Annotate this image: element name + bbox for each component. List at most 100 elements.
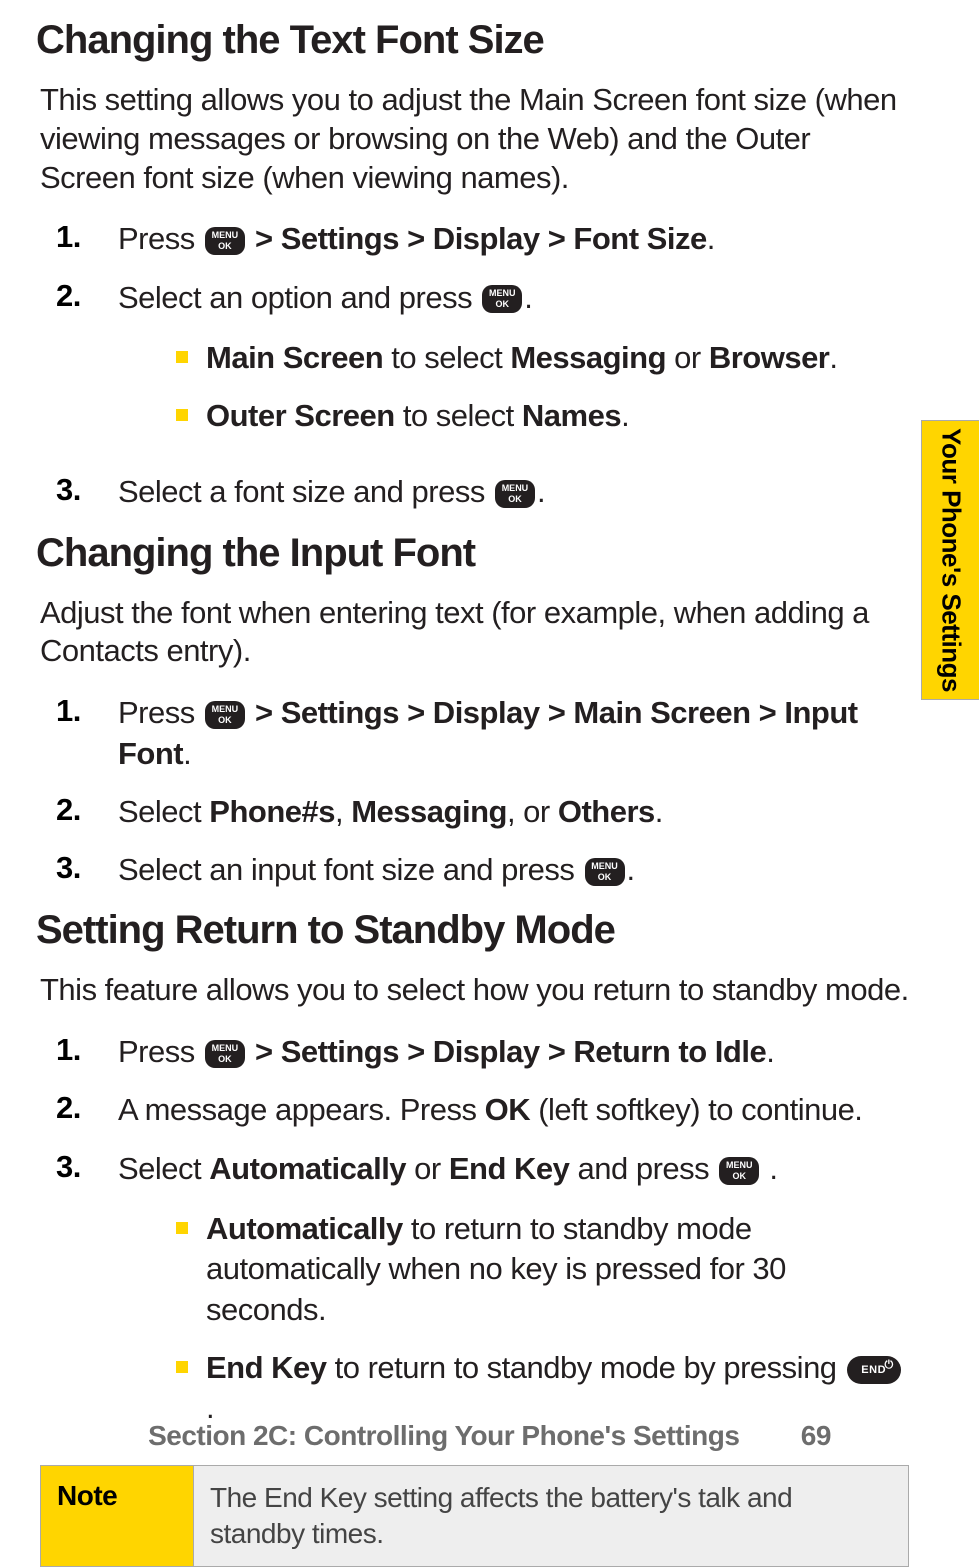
text: . [183, 736, 191, 771]
text: Press [118, 695, 203, 730]
steps-standby: 1. Press MENUOK > Settings > Display > R… [40, 1032, 909, 1446]
nav-path: > Settings > Display > Return to Idle [247, 1034, 766, 1069]
text: (left softkey) to continue. [530, 1092, 862, 1127]
text: , or [507, 794, 558, 829]
term: Outer Screen [206, 398, 395, 433]
key-menu-label: MENU [212, 1044, 239, 1053]
text: Select a font size and press [118, 474, 493, 509]
term: Automatically [209, 1151, 406, 1186]
text: and press [569, 1151, 717, 1186]
heading-input-font: Changing the Input Font [36, 531, 909, 576]
text: A message appears. Press [118, 1092, 485, 1127]
intro-input-font: Adjust the font when entering text (for … [40, 594, 909, 672]
menu-ok-key-icon: MENU OK [205, 227, 245, 255]
step-number: 3. [40, 850, 118, 886]
sub-item: Main Screen to select Messaging or Brows… [118, 338, 909, 378]
step-number: 2. [40, 792, 118, 828]
side-tab-label: Your Phone's Settings [935, 428, 966, 692]
step-number: 1. [40, 693, 118, 729]
end-key-icon: END⏻ [847, 1356, 901, 1384]
step-body: A message appears. Press OK (left softke… [118, 1090, 909, 1130]
key-ok-label: OK [218, 716, 232, 725]
step-body: Select a font size and press MENU OK. [118, 472, 909, 512]
text: . [621, 398, 629, 433]
steps-input-font: 1. Press MENUOK > Settings > Display > M… [40, 693, 909, 890]
term: End Key [206, 1350, 327, 1385]
note-label: Note [41, 1465, 194, 1567]
term: End Key [449, 1151, 570, 1186]
step-body: Press MENUOK > Settings > Display > Main… [118, 693, 909, 774]
sub-item: Outer Screen to select Names. [118, 396, 909, 436]
key-menu-label: MENU [212, 231, 239, 240]
sub-list: Main Screen to select Messaging or Brows… [118, 338, 909, 437]
power-icon: ⏻ [884, 1360, 893, 1371]
menu-ok-key-icon: MENU OK [495, 480, 535, 508]
key-menu-label: MENU [212, 705, 239, 714]
text: . [655, 794, 663, 829]
intro-standby: This feature allows you to select how yo… [40, 971, 909, 1010]
text: to return to standby mode by pressing [327, 1350, 845, 1385]
nav-path: > Settings > Display > Font Size [247, 221, 707, 256]
key-menu-label: MENU [591, 862, 618, 871]
page-content: Changing the Text Font Size This setting… [40, 0, 909, 1376]
term: Messaging [510, 340, 666, 375]
text: Press [118, 221, 203, 256]
step-number: 2. [40, 1090, 118, 1126]
note-body: The End Key setting affects the battery'… [194, 1465, 909, 1567]
key-menu-label: MENU [489, 289, 516, 298]
key-ok-label: OK [218, 242, 232, 251]
sub-list: Automatically to return to standby mode … [118, 1209, 909, 1428]
step-body: Select an input font size and press MENU… [118, 850, 909, 890]
page-number: 69 [801, 1420, 831, 1452]
key-end-label: END [861, 1364, 886, 1376]
key-ok-label: OK [495, 300, 509, 309]
key-ok-label: OK [733, 1172, 747, 1181]
note-box: Note The End Key setting affects the bat… [40, 1465, 909, 1567]
text: , [335, 794, 351, 829]
menu-ok-key-icon: MENU OK [585, 858, 625, 886]
term: Main Screen [206, 340, 383, 375]
heading-font-size: Changing the Text Font Size [36, 18, 909, 63]
key-menu-label: MENU [502, 484, 529, 493]
text: . [537, 474, 545, 509]
text: Select [118, 794, 209, 829]
step-body: Select an option and press MENU OK. Main … [118, 278, 909, 455]
intro-font-size: This setting allows you to adjust the Ma… [40, 81, 909, 197]
page-footer: Section 2C: Controlling Your Phone's Set… [0, 1420, 979, 1452]
text: or [666, 340, 709, 375]
text: . [766, 1034, 774, 1069]
step-number: 1. [40, 219, 118, 255]
step-number: 3. [40, 472, 118, 508]
term: OK [485, 1092, 531, 1127]
steps-font-size: 1. Press MENU OK > Settings > Display > F… [40, 219, 909, 512]
key-ok-label: OK [598, 873, 612, 882]
page: Your Phone's Settings Changing the Text … [0, 0, 979, 1486]
step-body: Press MENU OK > Settings > Display > Font… [118, 219, 909, 259]
term: Others [558, 794, 655, 829]
heading-standby: Setting Return to Standby Mode [36, 908, 909, 953]
text: . [627, 852, 635, 887]
text: Select [118, 1151, 209, 1186]
text: to select [383, 340, 510, 375]
menu-ok-key-icon: MENU OK [205, 1040, 245, 1068]
sub-item: End Key to return to standby mode by pre… [118, 1348, 909, 1429]
step-number: 3. [40, 1149, 118, 1185]
menu-ok-key-icon: MENU OK [205, 701, 245, 729]
menu-ok-key-icon: MENUOK [719, 1157, 759, 1185]
text: . [829, 340, 837, 375]
footer-section: Section 2C: Controlling Your Phone's Set… [148, 1420, 739, 1451]
text: Select an option and press [118, 280, 480, 315]
text: . [761, 1151, 777, 1186]
sub-item: Automatically to return to standby mode … [118, 1209, 909, 1330]
text: or [406, 1151, 449, 1186]
menu-ok-key-icon: MENU OK [482, 285, 522, 313]
term: Messaging [351, 794, 507, 829]
step-body: Select Phone#s, Messaging, or Others. [118, 792, 909, 832]
step-body: Press MENUOK > Settings > Display > Retu… [118, 1032, 909, 1072]
key-ok-label: OK [508, 495, 522, 504]
side-tab: Your Phone's Settings [921, 420, 979, 700]
step-number: 2. [40, 278, 118, 314]
term: Phone#s [209, 794, 335, 829]
term: Names [522, 398, 621, 433]
key-ok-label: OK [218, 1055, 232, 1064]
